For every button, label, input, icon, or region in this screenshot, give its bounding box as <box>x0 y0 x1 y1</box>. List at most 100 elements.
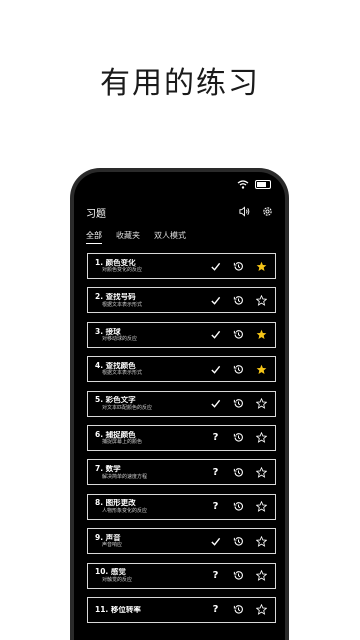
unknown-status: ? <box>210 432 221 443</box>
exercise-item[interactable]: 9. 声音 声音响应 <box>87 528 276 555</box>
question-mark-icon: ? <box>212 466 219 478</box>
history-icon <box>233 261 243 271</box>
completed-status <box>210 364 221 375</box>
checkmark-icon <box>211 331 221 340</box>
exercise-item[interactable]: 11. 移位转率? <box>87 596 276 623</box>
exercise-item[interactable]: 4. 查找颜色 根据文本表示形式 <box>87 356 276 383</box>
history-button[interactable] <box>233 604 244 615</box>
favorite-button[interactable] <box>256 570 267 581</box>
tab-all[interactable]: 全部 <box>86 230 102 244</box>
exercise-item[interactable]: 10. 感觉 对触觉的反应? <box>87 562 276 589</box>
exercise-text: 11. 移位转率 <box>95 606 210 614</box>
exercise-item[interactable]: 1. 颜色变化 对颜色变化的反应 <box>87 253 276 279</box>
history-button[interactable] <box>233 261 244 272</box>
exercise-text: 3. 接球 对移动球的反应 <box>95 328 210 343</box>
exercise-title: 11. 移位转率 <box>95 606 141 614</box>
star-outline-icon <box>256 604 267 616</box>
favorite-button[interactable] <box>256 466 267 478</box>
gear-icon[interactable] <box>262 206 273 217</box>
exercise-text: 5. 彩色文字 对文本匹配颜色的反应 <box>95 396 210 411</box>
favorite-button[interactable] <box>256 261 267 272</box>
favorite-button[interactable] <box>256 329 267 340</box>
exercise-item[interactable]: 6. 捕捉颜色 捕捉屏幕上的颜色? <box>87 424 276 451</box>
question-mark-icon: ? <box>212 604 219 616</box>
history-button[interactable] <box>233 295 244 306</box>
checkmark-icon <box>211 537 221 546</box>
exercise-subtitle: 根据文本表示形式 <box>102 370 143 377</box>
question-mark-icon: ? <box>212 432 219 444</box>
app-title: 习题 <box>86 209 106 220</box>
exercise-subtitle: 对移动球的反应 <box>102 336 138 343</box>
unknown-status: ? <box>210 604 221 615</box>
history-icon <box>233 433 243 443</box>
exercise-text: 6. 捕捉颜色 捕捉屏幕上的颜色 <box>95 431 210 446</box>
exercise-actions: ? <box>210 432 267 443</box>
exercise-item[interactable]: 7. 数学 解决简单的速度方程? <box>87 459 276 486</box>
history-button[interactable] <box>233 536 244 547</box>
star-outline-icon <box>256 432 267 444</box>
history-button[interactable] <box>233 329 244 340</box>
checkmark-icon <box>211 365 221 374</box>
exercise-subtitle: 捕捉屏幕上的颜色 <box>102 439 143 446</box>
battery-icon <box>255 180 271 189</box>
favorite-button[interactable] <box>256 535 267 547</box>
exercise-subtitle: 根据文本表示形式 <box>102 301 143 308</box>
star-outline-icon <box>256 535 267 547</box>
completed-status <box>210 536 221 547</box>
exercise-title: 9. 声音 <box>95 533 121 542</box>
completed-status <box>210 398 221 409</box>
history-icon <box>233 364 243 374</box>
history-button[interactable] <box>233 570 244 581</box>
speaker-icon[interactable] <box>239 206 250 217</box>
exercise-actions <box>210 364 267 375</box>
exercise-title: 7. 数学 <box>95 465 121 474</box>
star-filled-icon <box>256 261 267 271</box>
favorite-button[interactable] <box>256 501 267 513</box>
history-icon <box>233 399 243 408</box>
exercise-subtitle: 声音响应 <box>102 542 123 549</box>
completed-status <box>210 329 221 340</box>
exercise-title: 3. 接球 <box>95 327 121 336</box>
exercise-list: 1. 颜色变化 对颜色变化的反应 2. 查找号码 根据文本表示形式 3. 接球 对移动球的… <box>87 253 276 631</box>
star-filled-icon <box>256 364 267 374</box>
favorite-button[interactable] <box>256 294 267 306</box>
exercise-text: 1. 颜色变化 对颜色变化的反应 <box>95 259 210 274</box>
exercise-actions <box>210 329 267 340</box>
favorite-button[interactable] <box>256 432 267 444</box>
completed-status <box>210 261 221 272</box>
unknown-status: ? <box>210 570 221 581</box>
exercise-title: 5. 彩色文字 <box>95 396 136 405</box>
exercise-actions <box>210 398 267 409</box>
exercise-item[interactable]: 5. 彩色文字 对文本匹配颜色的反应 <box>87 390 276 417</box>
exercise-item[interactable]: 8. 图形更改 人物形象变化的反应? <box>87 493 276 520</box>
star-outline-icon <box>256 501 267 513</box>
history-button[interactable] <box>233 501 244 512</box>
exercise-title: 10. 感觉 <box>95 568 126 577</box>
favorite-button[interactable] <box>256 364 267 375</box>
favorite-button[interactable] <box>256 398 267 409</box>
exercise-actions <box>210 535 267 547</box>
star-filled-icon <box>256 330 267 340</box>
history-button[interactable] <box>233 364 244 375</box>
exercise-actions: ? <box>210 466 267 478</box>
page-heading: 有用的练习 <box>100 66 260 101</box>
exercise-item[interactable]: 2. 查找号码 根据文本表示形式 <box>87 287 276 314</box>
history-icon <box>233 296 243 305</box>
exercise-subtitle: 对文本匹配颜色的反应 <box>102 404 153 411</box>
favorite-button[interactable] <box>256 604 267 616</box>
exercise-title: 1. 颜色变化 <box>95 258 136 267</box>
exercise-item[interactable]: 3. 接球 对移动球的反应 <box>87 321 276 348</box>
tab-bar: 全部 收藏夹 双人模式 <box>86 230 186 244</box>
checkmark-icon <box>211 399 221 408</box>
history-button[interactable] <box>233 398 244 409</box>
tab-favorites[interactable]: 收藏夹 <box>116 230 140 244</box>
history-button[interactable] <box>233 432 244 443</box>
exercise-text: 8. 图形更改 人物形象变化的反应 <box>95 499 210 514</box>
history-icon <box>233 502 243 511</box>
tab-two-player[interactable]: 双人模式 <box>154 230 186 244</box>
history-button[interactable] <box>233 467 244 478</box>
history-icon <box>233 330 243 339</box>
history-icon <box>233 605 243 614</box>
unknown-status: ? <box>210 467 221 478</box>
exercise-text: 9. 声音 声音响应 <box>95 534 210 549</box>
